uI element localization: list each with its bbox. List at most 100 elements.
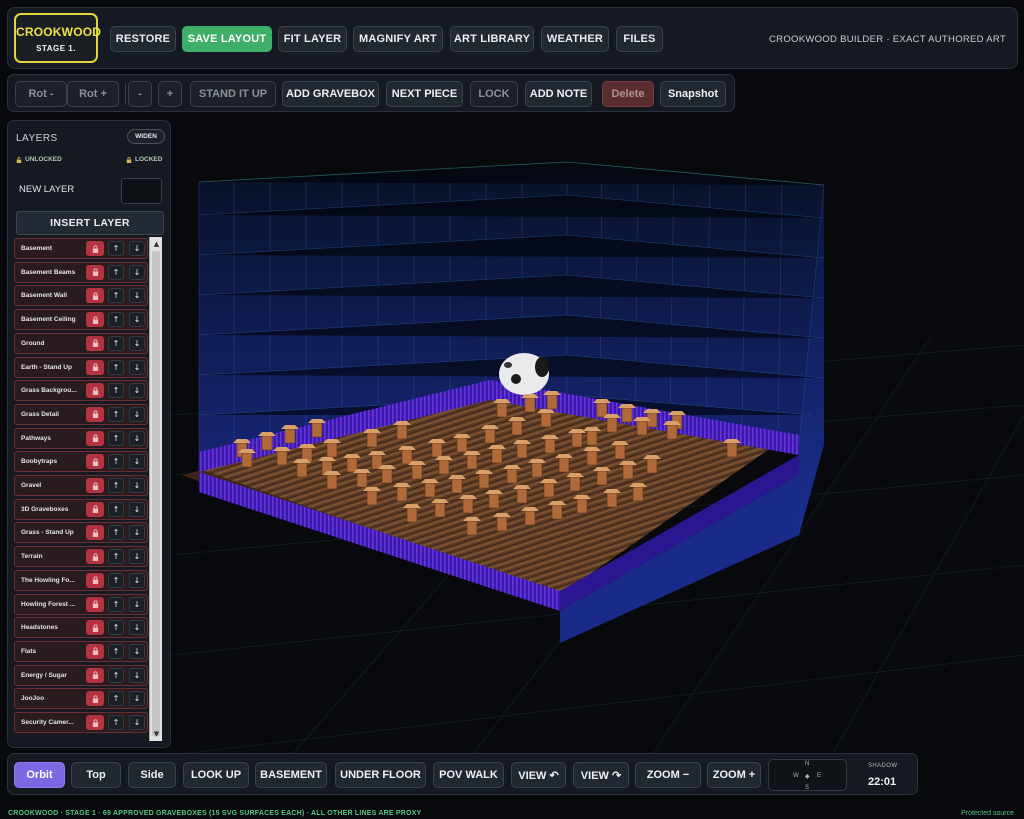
move-layer-down-button[interactable]: ↓ bbox=[129, 715, 145, 730]
move-layer-up-button[interactable]: ↑ bbox=[108, 501, 124, 517]
zoom-in-button[interactable]: ZOOM + bbox=[707, 762, 761, 788]
layer-lock-toggle[interactable] bbox=[86, 643, 104, 659]
layer-row[interactable]: Basement ↑ ↓ bbox=[14, 238, 148, 259]
lock-button[interactable]: LOCK bbox=[470, 81, 518, 107]
layer-lock-toggle[interactable] bbox=[86, 667, 104, 683]
move-layer-up-button[interactable]: ↑ bbox=[108, 572, 124, 588]
layer-lock-toggle[interactable] bbox=[86, 359, 104, 375]
layer-lock-toggle[interactable] bbox=[86, 691, 104, 707]
layer-row[interactable]: Grass Backgrou... ↑ ↓ bbox=[14, 380, 148, 402]
move-layer-up-button[interactable]: ↑ bbox=[108, 241, 124, 256]
layer-lock-toggle[interactable] bbox=[86, 335, 104, 351]
art-library-button[interactable]: ART LIBRARY bbox=[450, 26, 534, 52]
layer-lock-toggle[interactable] bbox=[86, 383, 104, 399]
move-layer-down-button[interactable]: ↓ bbox=[129, 667, 145, 683]
scroll-up-icon[interactable]: ▲ bbox=[152, 239, 161, 249]
layer-lock-toggle[interactable] bbox=[86, 312, 104, 328]
move-layer-down-button[interactable]: ↓ bbox=[129, 406, 145, 422]
next-piece-button[interactable]: NEXT PIECE bbox=[386, 81, 463, 107]
new-layer-input[interactable] bbox=[121, 178, 162, 204]
move-layer-up-button[interactable]: ↑ bbox=[108, 478, 124, 493]
move-layer-up-button[interactable]: ↑ bbox=[108, 691, 124, 707]
layer-lock-toggle[interactable] bbox=[86, 288, 104, 304]
layer-row[interactable]: Energy / Sugar ↑ ↓ bbox=[14, 664, 148, 686]
layer-list-scrollbar[interactable]: ▲ ▼ bbox=[149, 237, 162, 741]
move-layer-down-button[interactable]: ↓ bbox=[129, 359, 145, 375]
move-layer-up-button[interactable]: ↑ bbox=[108, 596, 124, 612]
layer-row[interactable]: 3D Graveboxes ↑ ↓ bbox=[14, 498, 148, 520]
layer-lock-toggle[interactable] bbox=[86, 241, 104, 256]
move-layer-down-button[interactable]: ↓ bbox=[129, 383, 145, 399]
move-layer-down-button[interactable]: ↓ bbox=[129, 335, 145, 351]
scale-up-button[interactable]: + bbox=[158, 81, 182, 107]
layer-row[interactable]: The Howling Fo... ↑ ↓ bbox=[14, 569, 148, 591]
layer-row[interactable]: Ground ↑ ↓ bbox=[14, 332, 148, 354]
move-layer-up-button[interactable]: ↑ bbox=[108, 549, 124, 565]
layer-lock-toggle[interactable] bbox=[86, 478, 104, 493]
move-layer-up-button[interactable]: ↑ bbox=[108, 406, 124, 422]
move-layer-down-button[interactable]: ↓ bbox=[129, 430, 145, 446]
restore-button[interactable]: RESTORE bbox=[110, 26, 176, 52]
layer-row[interactable]: Pathways ↑ ↓ bbox=[14, 427, 148, 449]
layer-lock-toggle[interactable] bbox=[86, 454, 104, 470]
add-gravebox-button[interactable]: ADD GRAVEBOX bbox=[282, 81, 379, 107]
move-layer-down-button[interactable]: ↓ bbox=[129, 241, 145, 256]
scroll-thumb[interactable] bbox=[152, 251, 160, 736]
layer-lock-toggle[interactable] bbox=[86, 430, 104, 446]
move-layer-up-button[interactable]: ↑ bbox=[108, 335, 124, 351]
move-layer-up-button[interactable]: ↑ bbox=[108, 525, 124, 541]
move-layer-down-button[interactable]: ↓ bbox=[129, 572, 145, 588]
layer-row[interactable]: Basement Wall ↑ ↓ bbox=[14, 285, 148, 307]
view-rotate-left-button[interactable]: VIEW ↶ bbox=[511, 762, 566, 788]
move-layer-up-button[interactable]: ↑ bbox=[108, 454, 124, 470]
stand-it-up-button[interactable]: STAND IT UP bbox=[190, 81, 276, 107]
scroll-down-icon[interactable]: ▼ bbox=[152, 729, 161, 739]
zoom-out-button[interactable]: ZOOM − bbox=[635, 762, 701, 788]
move-layer-up-button[interactable]: ↑ bbox=[108, 667, 124, 683]
move-layer-up-button[interactable]: ↑ bbox=[108, 430, 124, 446]
move-layer-up-button[interactable]: ↑ bbox=[108, 383, 124, 399]
rotate-left-button[interactable]: Rot - bbox=[15, 81, 67, 107]
3d-viewport[interactable] bbox=[171, 115, 1024, 756]
move-layer-up-button[interactable]: ↑ bbox=[108, 288, 124, 304]
layer-lock-toggle[interactable] bbox=[86, 406, 104, 422]
move-layer-up-button[interactable]: ↑ bbox=[108, 643, 124, 659]
layer-lock-toggle[interactable] bbox=[86, 715, 104, 730]
move-layer-down-button[interactable]: ↓ bbox=[129, 596, 145, 612]
layer-lock-toggle[interactable] bbox=[86, 501, 104, 517]
layer-row[interactable]: Earth - Stand Up ↑ ↓ bbox=[14, 356, 148, 378]
move-layer-down-button[interactable]: ↓ bbox=[129, 454, 145, 470]
layer-row[interactable]: Grass - Stand Up ↑ ↓ bbox=[14, 522, 148, 544]
move-layer-up-button[interactable]: ↑ bbox=[108, 312, 124, 328]
layer-row[interactable]: Basement Beams ↑ ↓ bbox=[14, 261, 148, 283]
layer-lock-toggle[interactable] bbox=[86, 549, 104, 565]
insert-layer-button[interactable]: INSERT LAYER bbox=[16, 211, 164, 235]
move-layer-down-button[interactable]: ↓ bbox=[129, 549, 145, 565]
layer-row[interactable]: Security Camer... ↑ ↓ bbox=[14, 712, 148, 733]
under-floor-button[interactable]: UNDER FLOOR bbox=[335, 762, 426, 788]
move-layer-down-button[interactable]: ↓ bbox=[129, 312, 145, 328]
layer-row[interactable]: Howling Forest ... ↑ ↓ bbox=[14, 593, 148, 615]
layer-row[interactable]: Boobytraps ↑ ↓ bbox=[14, 451, 148, 473]
layer-row[interactable]: Gravel ↑ ↓ bbox=[14, 475, 148, 496]
files-button[interactable]: FILES bbox=[616, 26, 663, 52]
layer-lock-toggle[interactable] bbox=[86, 264, 104, 280]
layer-lock-toggle[interactable] bbox=[86, 572, 104, 588]
layer-row[interactable]: Basement Ceiling ↑ ↓ bbox=[14, 309, 148, 331]
move-layer-down-button[interactable]: ↓ bbox=[129, 288, 145, 304]
top-view-button[interactable]: Top bbox=[71, 762, 121, 788]
move-layer-down-button[interactable]: ↓ bbox=[129, 264, 145, 280]
layer-row[interactable]: Grass Detail ↑ ↓ bbox=[14, 403, 148, 425]
orbit-view-button[interactable]: Orbit bbox=[14, 762, 65, 788]
move-layer-down-button[interactable]: ↓ bbox=[129, 643, 145, 659]
snapshot-button[interactable]: Snapshot bbox=[660, 81, 726, 107]
layer-row[interactable]: JooJoo ↑ ↓ bbox=[14, 688, 148, 710]
look-up-button[interactable]: LOOK UP bbox=[183, 762, 249, 788]
move-layer-down-button[interactable]: ↓ bbox=[129, 478, 145, 493]
move-layer-down-button[interactable]: ↓ bbox=[129, 620, 145, 636]
shadow-time[interactable]: 22:01 bbox=[868, 776, 896, 788]
add-note-button[interactable]: ADD NOTE bbox=[525, 81, 592, 107]
compass-widget[interactable]: N S W E ◆ bbox=[768, 759, 847, 791]
layer-row[interactable]: Headstones ↑ ↓ bbox=[14, 617, 148, 639]
pov-walk-button[interactable]: POV WALK bbox=[433, 762, 504, 788]
